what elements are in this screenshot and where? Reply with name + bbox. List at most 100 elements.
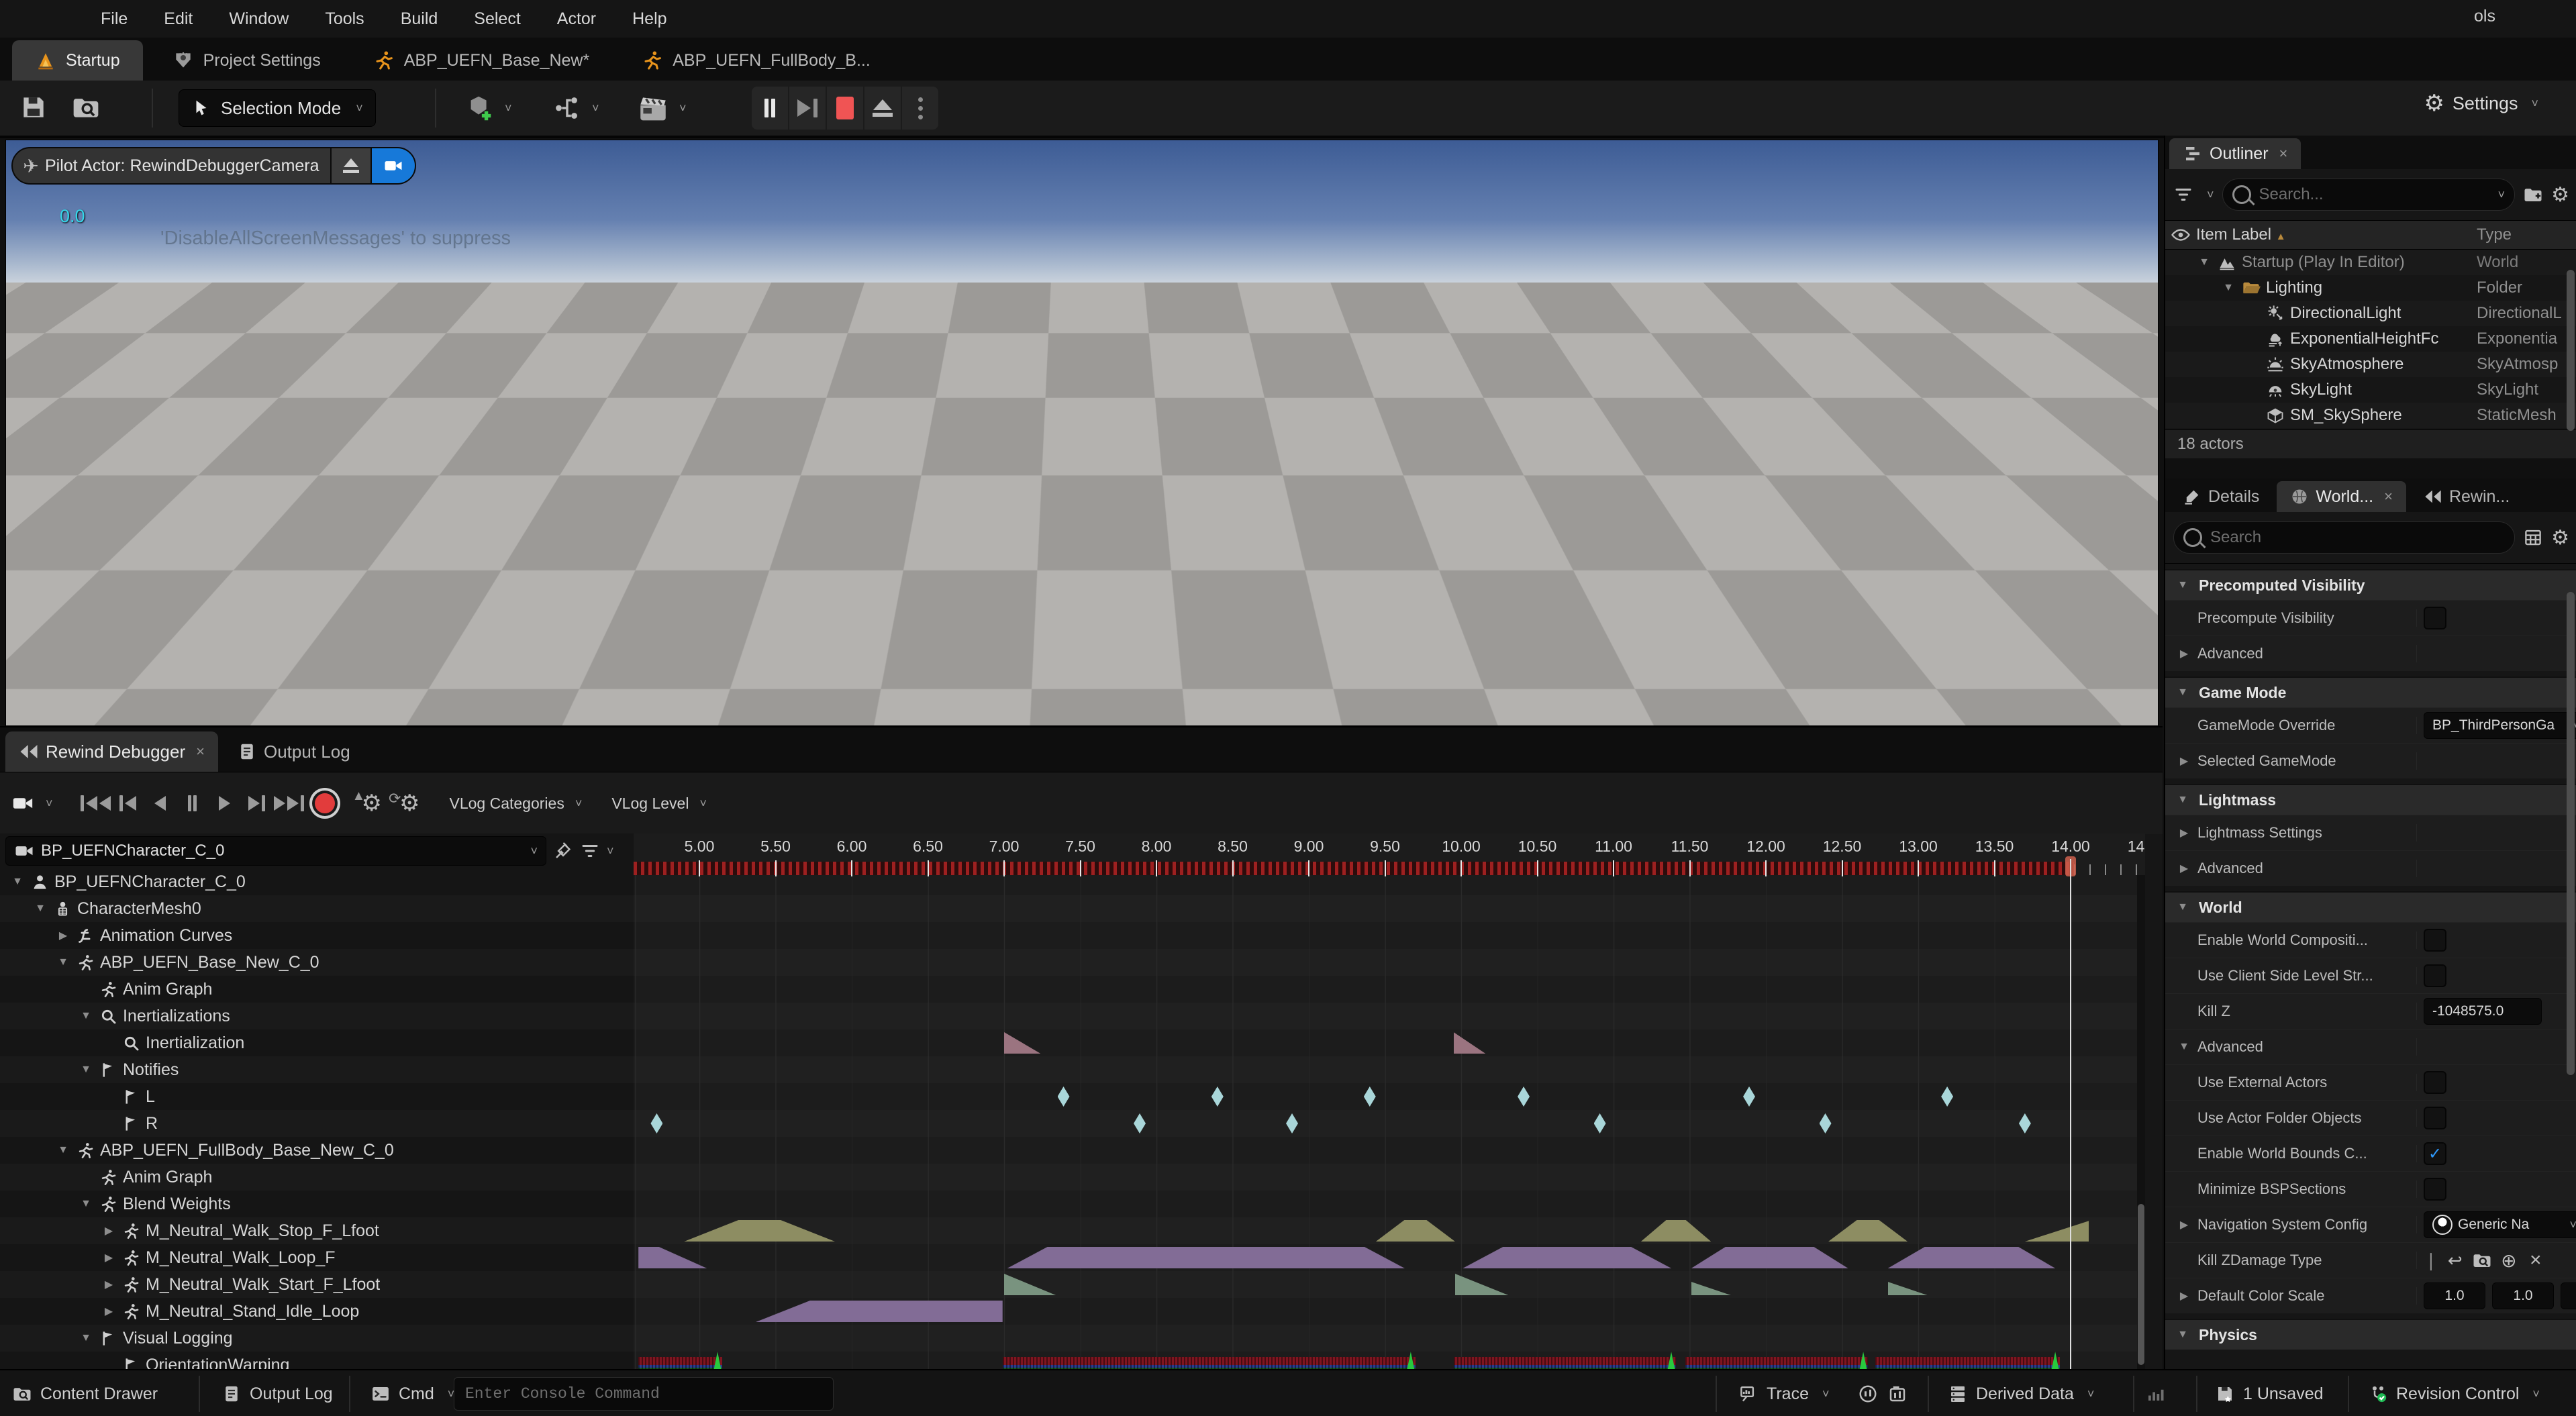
tree-row-visual-logging[interactable]: ▼Visual Logging [0,1325,634,1352]
tab-output-log[interactable]: Output Log [224,731,364,772]
outliner-row[interactable]: DirectionalLightDirectionalL [2165,301,2576,326]
property-label[interactable]: GameMode Override [2165,717,2417,734]
blueprints-dropdown[interactable]: ˅ [552,91,599,125]
step-forward-button[interactable] [241,783,273,823]
details-settings-gear-icon[interactable]: ⚙ [2551,526,2569,550]
checkbox[interactable]: ✓ [2424,929,2446,952]
character-mannequin[interactable] [1044,330,1171,511]
outliner-row[interactable]: SkyAtmosphereSkyAtmosp [2165,352,2576,377]
tab-abp-uefn-fullbody-b-[interactable]: ABP_UEFN_FullBody_B... [619,40,893,81]
outliner-search[interactable]: ˅ [2222,179,2516,211]
asset-dropdown[interactable]: BP_ThirdPersonGa˅ [2424,712,2576,739]
trace-dropdown[interactable]: Trace˅ [1738,1370,1830,1416]
checkbox[interactable]: ✓ [2424,607,2446,629]
menu-item-edit[interactable]: Edit [164,9,193,29]
menu-item-tools[interactable]: Tools [325,9,364,29]
clear-icon[interactable]: × [2526,1250,2546,1270]
checkbox[interactable]: ✓ [2424,1107,2446,1129]
cmd-dropdown[interactable]: Cmd˅ [370,1370,454,1416]
display-options-icon[interactable] [2523,527,2543,548]
add-actor-dropdown[interactable]: ˅ [464,91,512,125]
console-command-input[interactable] [464,1384,824,1403]
close-icon[interactable]: × [196,743,205,760]
track-event-vlog[interactable] [638,1357,722,1370]
skip-to-end-button[interactable] [273,783,305,823]
tree-row-orientationwarping[interactable]: OrientationWarping [0,1352,634,1370]
stop-button[interactable] [826,87,863,130]
derived-data-dropdown[interactable]: Derived Data˅ [1948,1370,2094,1416]
tree-row-inertializations[interactable]: ▼Inertializations [0,1003,634,1029]
details-category[interactable]: ▼Physics [2165,1319,2576,1350]
details-category[interactable]: ▼Precomputed Visibility [2165,569,2576,600]
step-back-button[interactable] [112,783,144,823]
chevron-down-icon[interactable]: ˅ [2207,188,2214,202]
tree-row-r[interactable]: R [0,1110,634,1137]
tree-row-inertialization[interactable]: Inertialization [0,1029,634,1056]
camera-mode-dropdown[interactable]: ˅ [9,792,53,815]
outliner-search-input[interactable] [2258,185,2486,205]
property-label[interactable]: Use Client Side Level Str... [2165,967,2417,984]
track-event-vlog[interactable] [1685,1357,1868,1370]
column-type[interactable]: Type [2477,225,2576,244]
vlog-level-dropdown[interactable]: VLog Level˅ [611,795,707,813]
column-item-label[interactable]: Item Label ▲ [2196,225,2477,244]
details-category[interactable]: ▼Game Mode [2165,676,2576,707]
property-label[interactable]: ▶Advanced [2165,645,2417,662]
track-event-vlog[interactable] [1003,1357,1416,1370]
editor-mode-dropdown[interactable]: Selection Mode ˅ [179,89,376,127]
output-log-button[interactable]: Output Log [221,1370,333,1416]
chevron-down-icon[interactable]: ˅ [2498,188,2506,202]
plus-icon[interactable]: ⊕ [2499,1250,2519,1270]
play-button[interactable] [209,783,241,823]
track-event-trap[interactable] [1007,1247,1405,1268]
vlog-categories-dropdown[interactable]: VLog Categories˅ [449,795,582,813]
vector-component-field[interactable]: 1.0 [2424,1282,2485,1309]
filter-icon[interactable] [2173,185,2193,205]
tab-startup[interactable]: Startup [12,40,143,81]
property-label[interactable]: Use External Actors [2165,1074,2417,1091]
tree-row-m-neutral-stand-idle-loop[interactable]: ▶M_Neutral_Stand_Idle_Loop [0,1298,634,1325]
eyedropper-icon[interactable] [553,841,573,861]
trace-snapshot-icon[interactable] [1887,1384,1908,1404]
property-label[interactable]: ▶Advanced [2165,860,2417,877]
tree-row-anim-graph[interactable]: Anim Graph [0,1164,634,1191]
pause-button[interactable] [177,783,209,823]
tree-row-notifies[interactable]: ▼Notifies [0,1056,634,1083]
property-label[interactable]: Minimize BSPSections [2165,1180,2417,1198]
menu-item-window[interactable]: Window [229,9,289,29]
property-label[interactable]: Precompute Visibility [2165,609,2417,627]
outliner-row[interactable]: ▼LightingFolder [2165,275,2576,301]
checkbox[interactable]: ✓ [2424,964,2446,987]
pilot-camera-button[interactable] [370,148,415,183]
play-reverse-button[interactable] [144,783,177,823]
property-label[interactable]: Kill Z [2165,1003,2417,1020]
tree-row-blend-weights[interactable]: ▼Blend Weights [0,1191,634,1217]
property-label[interactable]: ▶Navigation System Config [2165,1216,2417,1233]
outliner-row[interactable]: SkyLightSkyLight [2165,377,2576,403]
property-label[interactable]: Enable World Bounds C... [2165,1145,2417,1162]
skip-to-start-button[interactable] [80,783,112,823]
outliner-row[interactable]: SM_SkySphereStaticMesh [2165,403,2576,428]
checkbox[interactable]: ✓ [2424,1142,2446,1165]
vector-component-field[interactable]: 1.0 [2561,1282,2576,1309]
rewind-settings-button[interactable]: ▲⚙ [362,790,382,817]
eject-button[interactable] [863,87,901,130]
tree-row-m-neutral-walk-start-f-lfoot[interactable]: ▶M_Neutral_Walk_Start_F_Lfoot [0,1271,634,1298]
details-category[interactable]: ▼World [2165,891,2576,922]
track-event-vlog[interactable] [1875,1357,2060,1370]
revision-control-dropdown[interactable]: Revision Control˅ [2368,1370,2540,1416]
cinematics-dropdown[interactable]: ˅ [636,91,687,125]
property-label[interactable]: ▼Advanced [2165,1038,2417,1056]
unsaved-button[interactable]: 1 Unsaved [2215,1370,2324,1416]
tree-row-bp-uefncharacter-c-0[interactable]: ▼BP_UEFNCharacter_C_0 [0,868,634,895]
tab-abp-uefn-base-new-[interactable]: ABP_UEFN_Base_New* [350,40,613,81]
menu-item-help[interactable]: Help [632,9,666,29]
tree-row-anim-graph[interactable]: Anim Graph [0,976,634,1003]
close-icon[interactable]: × [2279,145,2288,162]
play-options-button[interactable] [901,87,938,130]
number-field[interactable]: -1048575.0 [2424,998,2542,1025]
tab-details[interactable]: Details [2169,481,2273,512]
visibility-eye-icon[interactable] [2171,225,2191,245]
record-button[interactable] [315,793,335,813]
background-tasks-indicator[interactable] [2145,1370,2165,1416]
